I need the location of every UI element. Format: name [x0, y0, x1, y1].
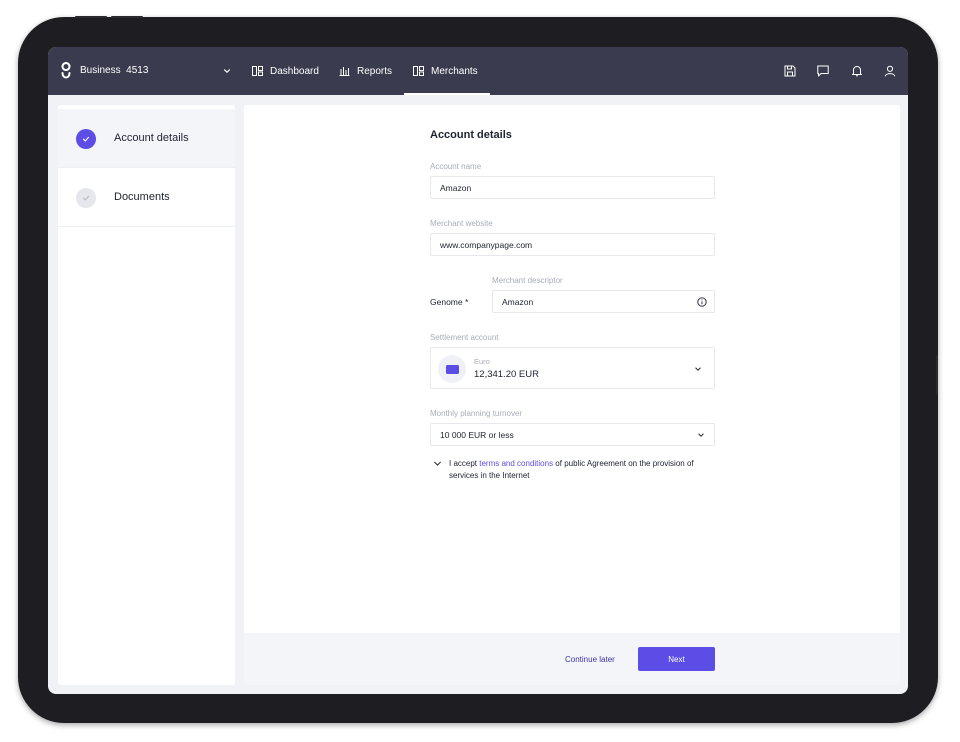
card-shape: [445, 364, 459, 374]
check-icon: [82, 136, 90, 142]
settlement-account-select[interactable]: Euro 12,341.20 EUR: [430, 347, 715, 389]
terms-link[interactable]: terms and conditions: [479, 459, 553, 468]
settlement-currency: Euro: [474, 357, 490, 366]
chevron-down-icon: [698, 433, 704, 437]
account-name-value: Amazon: [440, 182, 472, 193]
monthly-turnover-select[interactable]: 10 000 EUR or less: [430, 423, 715, 446]
terms-checkbox[interactable]: [433, 459, 442, 468]
user-icon[interactable]: [884, 65, 896, 77]
tablet-top-button: [111, 16, 143, 18]
save-icon[interactable]: [784, 65, 796, 77]
form-title: Account details: [430, 129, 512, 141]
account-name-field[interactable]: Amazon: [430, 176, 715, 199]
step-documents[interactable]: Documents: [58, 168, 235, 227]
bar-chart-icon: [339, 67, 350, 76]
step-complete-marker: [76, 129, 96, 149]
form-footer: Continue later Next: [244, 633, 900, 685]
tablet-top-button: [75, 16, 107, 18]
bell-icon[interactable]: [851, 65, 863, 77]
step-label: Documents: [114, 191, 170, 203]
merchant-descriptor-label: Merchant descriptor: [492, 276, 563, 285]
terms-acceptance-text: I accept terms and conditions of public …: [449, 458, 719, 482]
merchants-icon: [413, 66, 424, 76]
next-button[interactable]: Next: [638, 647, 715, 671]
card-icon: [438, 355, 466, 383]
settlement-amount: 12,341.20 EUR: [474, 369, 539, 380]
nav-reports-label: Reports: [357, 65, 393, 77]
dashboard-icon: [252, 66, 263, 76]
business-selector-label[interactable]: Business 4513: [80, 65, 148, 76]
account-name-label: Account name: [430, 162, 482, 171]
terms-prefix: I accept: [449, 459, 480, 468]
steps-panel: Account details Documents: [58, 105, 235, 685]
monthly-turnover-label: Monthly planning turnover: [430, 409, 523, 418]
merchant-website-field[interactable]: www.companypage.com: [430, 233, 715, 256]
step-account-details[interactable]: Account details: [58, 109, 235, 168]
check-icon: [82, 195, 90, 201]
continue-later-link[interactable]: Continue later: [565, 655, 615, 664]
merchant-website-value: www.companypage.com: [440, 239, 533, 250]
active-tab-indicator: [404, 93, 490, 95]
merchant-descriptor-field[interactable]: Amazon: [492, 290, 715, 313]
merchant-website-label: Merchant website: [430, 219, 493, 228]
merchant-descriptor-value: Amazon: [502, 296, 534, 307]
app-screen: Business 4513 Dashboard Reports Merchant…: [48, 47, 908, 694]
monthly-turnover-value: 10 000 EUR or less: [440, 429, 514, 440]
step-pending-marker: [76, 188, 96, 208]
form-panel: Account details Account name Amazon Merc…: [244, 105, 900, 685]
nav-merchants-label: Merchants: [431, 65, 478, 77]
step-label: Account details: [114, 132, 189, 144]
top-navigation-bar: Business 4513 Dashboard Reports Merchant…: [48, 47, 908, 95]
tablet-side-button: [936, 355, 938, 395]
chat-icon[interactable]: [817, 65, 829, 77]
chevron-down-icon[interactable]: [222, 66, 232, 76]
genome-logo-icon[interactable]: [60, 61, 72, 81]
nav-dashboard[interactable]: Dashboard: [252, 47, 319, 95]
chevron-down-icon: [695, 367, 701, 371]
genome-label: Genome *: [430, 297, 469, 307]
nav-merchants[interactable]: Merchants: [413, 47, 478, 95]
nav-reports[interactable]: Reports: [339, 47, 392, 95]
info-icon[interactable]: [697, 297, 707, 307]
settlement-account-label: Settlement account: [430, 333, 499, 342]
nav-dashboard-label: Dashboard: [270, 65, 319, 77]
